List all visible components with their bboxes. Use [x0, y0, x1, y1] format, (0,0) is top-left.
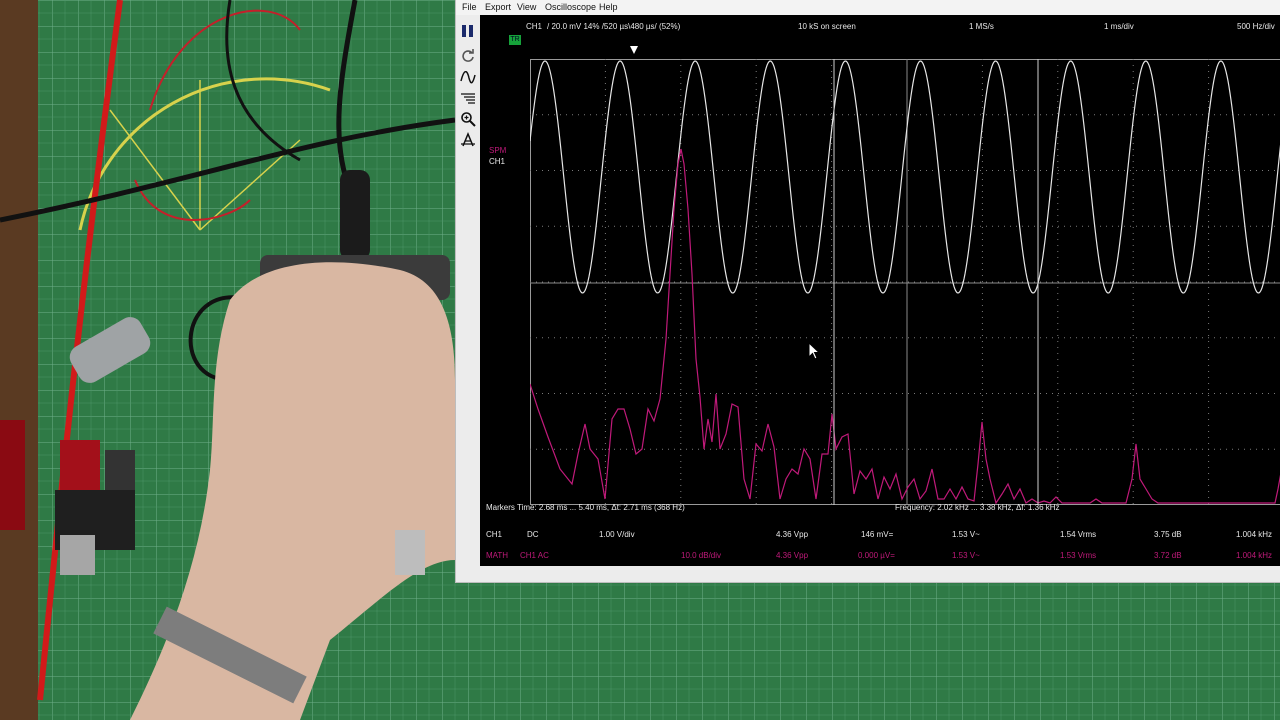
trigger-position-marker[interactable]	[630, 46, 638, 54]
meas-math-dc: 0.000 µV=	[858, 551, 895, 560]
meas-math-rms: 1.53 Vrms	[1060, 551, 1097, 560]
meas-ch1-rms: 1.54 Vrms	[1060, 530, 1097, 539]
meas-ch1-dc: 146 mV=	[861, 530, 894, 539]
meas-ch1-coupling[interactable]: DC	[527, 530, 539, 539]
markers-time-readout: Markers Time: 2.68 ms ... 5.40 ms, Δt: 2…	[486, 503, 685, 512]
meas-ch1-name[interactable]: CH1	[486, 530, 502, 539]
plot-grid	[530, 59, 1280, 505]
meas-math-ac: 1.53 V~	[952, 551, 980, 560]
samples-on-screen: 10 kS on screen	[798, 22, 856, 31]
menu-oscilloscope[interactable]: Oscilloscope	[545, 2, 596, 12]
math-trace-label: SPM	[489, 146, 507, 155]
oscilloscope-app-window: File Export View Oscilloscope Help TR CH…	[456, 0, 1280, 582]
scale-info: / 20.0 mV 14% /520 µs\480 µs/ (52%)	[547, 22, 681, 31]
trigger-badge[interactable]: TR	[509, 35, 521, 45]
meas-math-db: 3.72 dB	[1154, 551, 1182, 560]
meas-math-freq: 1.004 kHz	[1236, 551, 1273, 560]
ch1-trace-label: CH1	[489, 157, 506, 166]
scope-display[interactable]: TR CH1 / 20.0 mV 14% /520 µs\480 µs/ (52…	[480, 15, 1280, 566]
zoom-icon	[461, 112, 476, 127]
refresh-button[interactable]	[458, 46, 478, 64]
measure-icon	[461, 132, 475, 147]
meas-math-scale[interactable]: 10.0 dB/div	[681, 551, 721, 560]
toolbar	[456, 15, 480, 155]
menu-export[interactable]: Export	[485, 2, 511, 12]
waveform-icon	[460, 71, 476, 84]
meas-ch1-vpp: 4.36 Vpp	[776, 530, 809, 539]
pause-button[interactable]	[458, 22, 478, 40]
waveform-plot[interactable]: 1 2	[530, 59, 1280, 505]
list-button[interactable]	[458, 90, 478, 108]
meas-math-name[interactable]: MATH	[486, 551, 508, 560]
list-icon	[461, 93, 475, 104]
sample-rate: 1 MS/s	[969, 22, 994, 31]
menu-bar: File Export View Oscilloscope Help	[456, 0, 1280, 15]
pause-icon	[462, 25, 473, 37]
meas-ch1-scale[interactable]: 1.00 V/div	[599, 530, 635, 539]
timebase: 1 ms/div	[1104, 22, 1134, 31]
menu-file[interactable]: File	[462, 2, 477, 12]
meas-math-coupling[interactable]: CH1 AC	[520, 551, 549, 560]
menu-view[interactable]: View	[517, 2, 536, 12]
meas-math-vpp: 4.36 Vpp	[776, 551, 809, 560]
waveform-button[interactable]	[458, 69, 478, 87]
zoom-button[interactable]	[458, 110, 478, 128]
ch1-waveform	[530, 60, 1280, 294]
meas-ch1-db: 3.75 dB	[1154, 530, 1182, 539]
mouse-cursor-icon	[808, 342, 821, 360]
meas-ch1-freq: 1.004 kHz	[1236, 530, 1273, 539]
measure-button[interactable]	[458, 131, 478, 149]
menu-help[interactable]: Help	[599, 2, 618, 12]
refresh-icon	[462, 49, 474, 62]
channel-label[interactable]: CH1	[526, 22, 542, 31]
freq-per-div: 500 Hz/div	[1237, 22, 1275, 31]
meas-ch1-ac: 1.53 V~	[952, 530, 980, 539]
markers-frequency-readout: Frequency: 2.02 kHz ... 3.38 kHz, Δf: 1.…	[895, 503, 1060, 512]
